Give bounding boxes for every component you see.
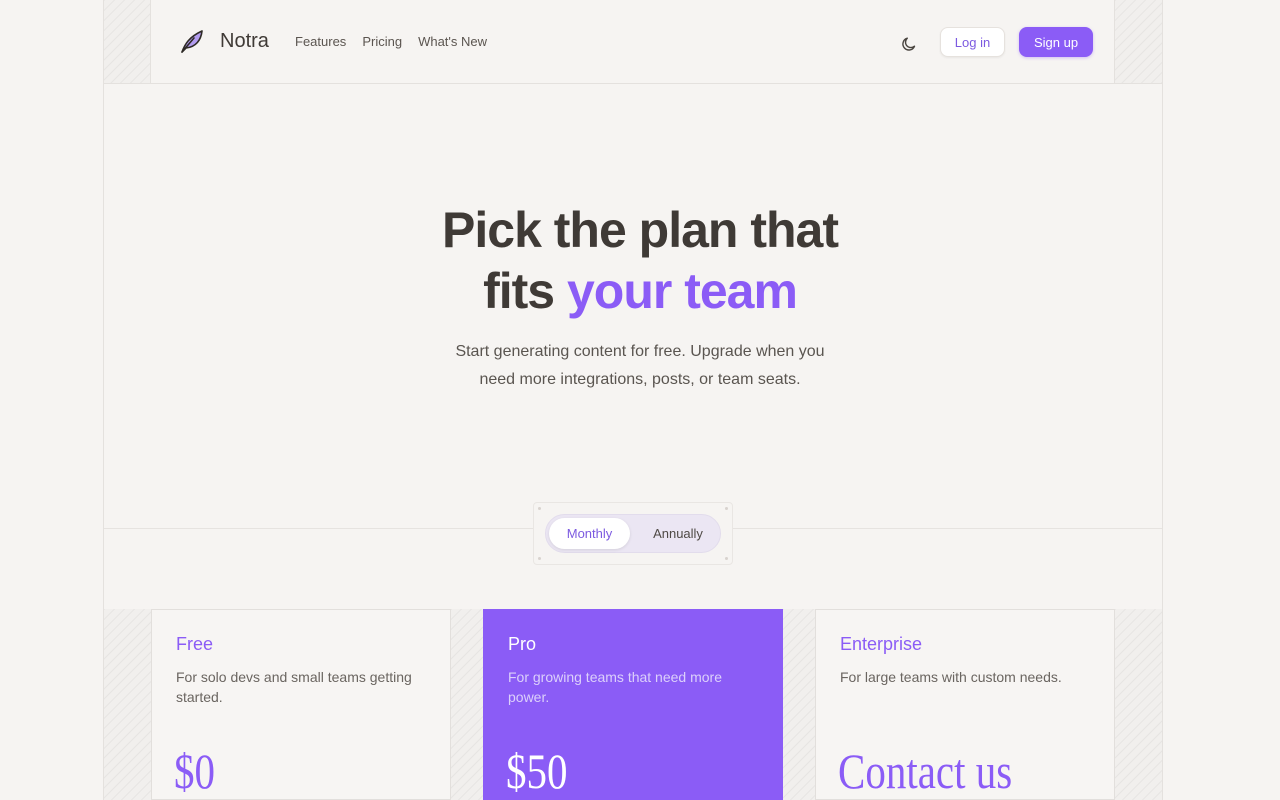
billing-toggle-track: Monthly Annually (545, 514, 721, 553)
login-button[interactable]: Log in (940, 27, 1005, 57)
plan-price: $50 (506, 743, 568, 799)
top-nav: Notra Features Pricing What's New Log in… (152, 0, 1114, 83)
signup-button[interactable]: Sign up (1019, 27, 1093, 57)
nav-link-whats-new[interactable]: What's New (418, 34, 487, 49)
plan-name: Enterprise (840, 634, 923, 654)
plan-description: For growing teams that need more power. (508, 669, 722, 705)
brand-link[interactable]: Notra (179, 28, 269, 54)
corner-dot (538, 557, 541, 560)
plan-description: For solo devs and small teams getting st… (176, 669, 412, 705)
hero-subtitle-line2: need more integrations, posts, or team s… (479, 371, 801, 388)
nav-links: Features Pricing What's New (295, 34, 487, 49)
plan-description: For large teams with custom needs. (840, 669, 1062, 685)
plan-name: Pro (508, 634, 537, 654)
billing-option-annually[interactable]: Annually (640, 518, 716, 549)
plan-card-enterprise: Enterprise For large teams with custom n… (815, 609, 1115, 800)
brand-name: Notra (220, 29, 269, 52)
hero-title: Pick the plan that fits your team (340, 200, 940, 322)
billing-toggle: Monthly Annually (533, 502, 733, 565)
hero-title-accent: your team (566, 263, 798, 319)
plan-price: $0 (174, 743, 215, 799)
nav-hatch-right (1114, 0, 1162, 83)
hero-subtitle-line1: Start generating content for free. Upgra… (455, 343, 825, 360)
corner-dot (725, 507, 728, 510)
hero-subtitle: Start generating content for free. Upgra… (410, 338, 870, 394)
moon-icon[interactable] (900, 35, 918, 53)
cards-hatch-gap (783, 609, 815, 800)
nav-divider (104, 83, 1162, 84)
plan-price: Contact us (838, 743, 1013, 799)
billing-option-monthly[interactable]: Monthly (549, 518, 630, 549)
cards-hatch-gap (451, 609, 483, 800)
nav-link-pricing[interactable]: Pricing (362, 34, 402, 49)
cards-hatch-left (104, 609, 151, 800)
hero-title-line2-plain: fits (483, 263, 555, 319)
corner-dot (725, 557, 728, 560)
plan-card-free: Free For solo devs and small teams getti… (151, 609, 451, 800)
corner-dot (538, 507, 541, 510)
plan-name: Free (176, 634, 214, 654)
nav-hatch-left (104, 0, 151, 83)
nav-link-features[interactable]: Features (295, 34, 346, 49)
feather-icon (181, 30, 203, 53)
hero-title-line1: Pick the plan that (442, 202, 839, 258)
cards-hatch-right (1115, 609, 1162, 800)
plan-card-pro: Pro For growing teams that need more pow… (483, 609, 783, 800)
